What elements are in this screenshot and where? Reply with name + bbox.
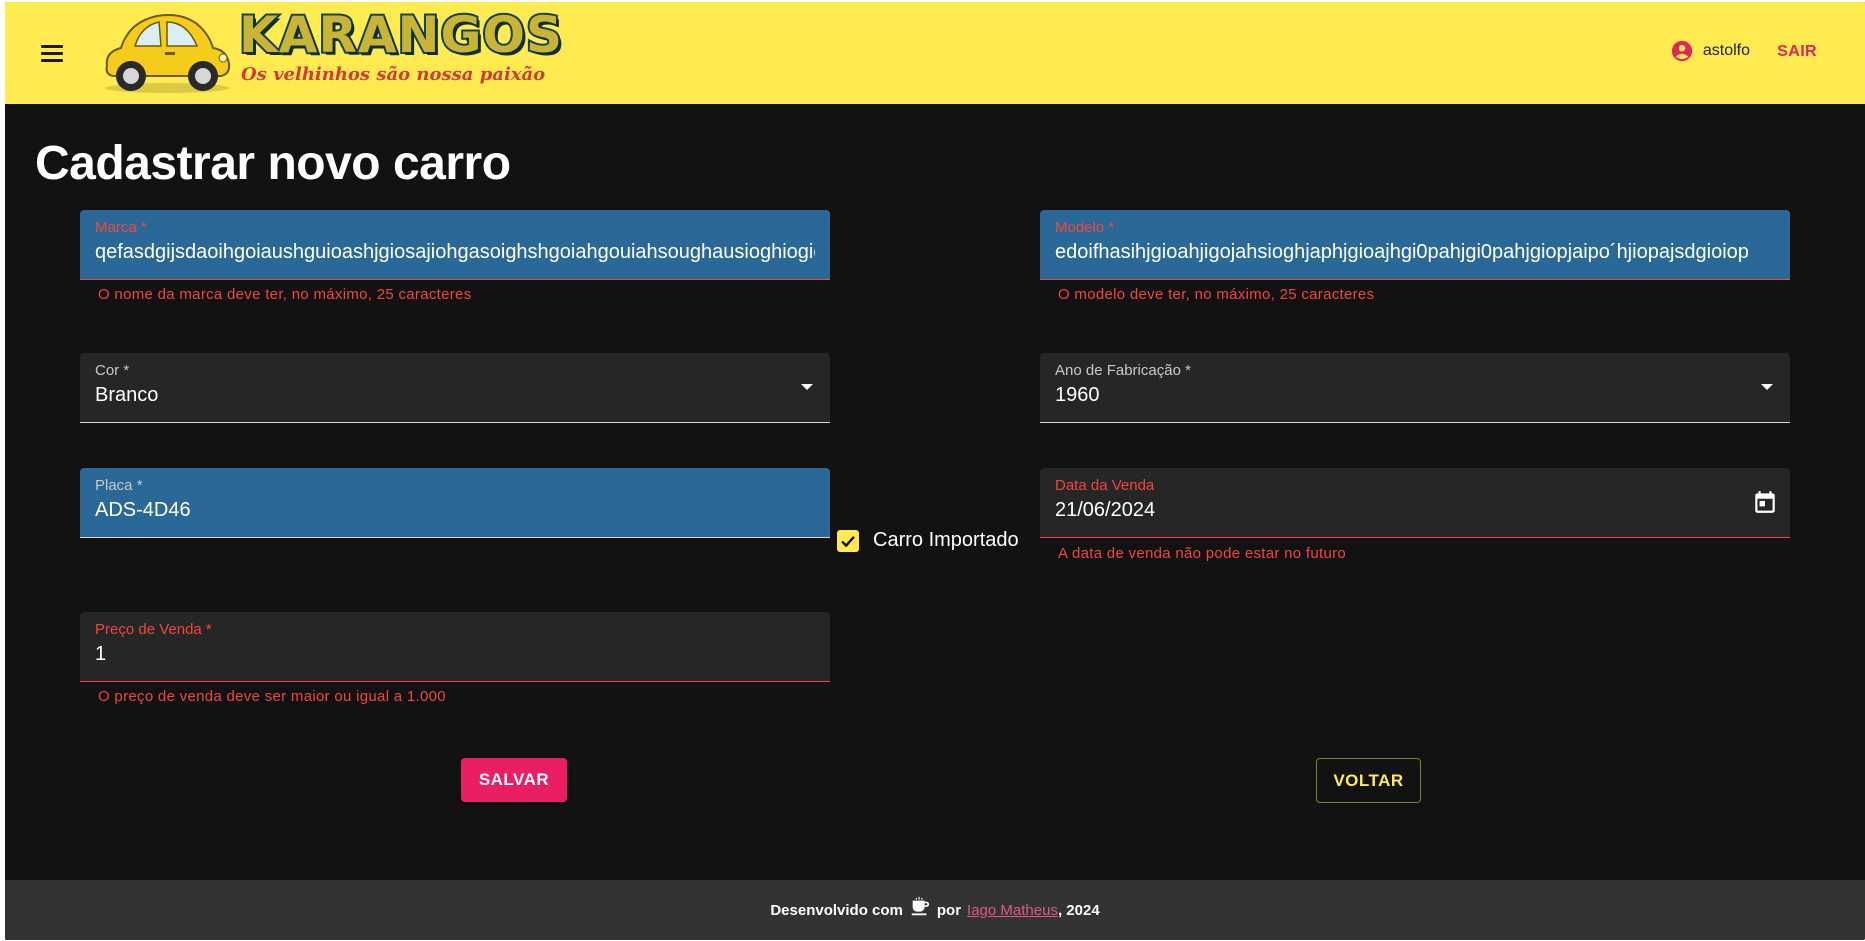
- dropdown-arrow-icon: [801, 384, 813, 390]
- author-link[interactable]: Iago Matheus: [967, 902, 1058, 919]
- user-info[interactable]: astolfo: [1671, 40, 1750, 62]
- logo-title: KARANGOS: [237, 4, 564, 66]
- preco-label: Preço de Venda *: [95, 621, 212, 638]
- checkbox-checked-icon[interactable]: [837, 529, 859, 552]
- coffee-icon: [911, 896, 929, 916]
- modelo-input[interactable]: edoifhasihjgioahjigojahsioghjaphjgioajhg…: [1055, 241, 1775, 264]
- dropdown-arrow-icon: [1761, 384, 1773, 390]
- preco-input[interactable]: 1: [95, 643, 815, 666]
- footer: Desenvolvido com por Iago Matheus, 2024: [5, 880, 1865, 940]
- ano-label: Ano de Fabricação *: [1055, 362, 1191, 379]
- data-venda-input[interactable]: 21/06/2024: [1055, 499, 1775, 522]
- data-venda-error: A data de venda não pode estar no futuro: [1058, 545, 1347, 562]
- menu-button[interactable]: [34, 36, 68, 70]
- modelo-error: O modelo deve ter, no máximo, 25 caracte…: [1058, 286, 1375, 303]
- cor-value: Branco: [95, 384, 159, 406]
- save-button[interactable]: SALVAR: [461, 758, 567, 802]
- app-frame: KARANGOS Os velhinhos são nossa paixão a…: [5, 2, 1865, 940]
- page-title: Cadastrar novo carro: [35, 137, 511, 190]
- marca-label: Marca *: [95, 219, 147, 236]
- ano-select[interactable]: Ano de Fabricação * 1960: [1040, 353, 1790, 423]
- username: astolfo: [1702, 42, 1750, 59]
- footer-prefix: Desenvolvido com: [770, 901, 903, 919]
- calendar-icon[interactable]: [1752, 488, 1778, 516]
- placa-label: Placa *: [95, 477, 143, 494]
- importado-checkbox[interactable]: Carro Importado: [837, 529, 1019, 552]
- back-button[interactable]: VOLTAR: [1316, 758, 1421, 803]
- importado-label: Carro Importado: [873, 529, 1019, 551]
- app-bar: KARANGOS Os velhinhos são nossa paixão a…: [5, 2, 1865, 104]
- marca-input[interactable]: qefasdgijsdaoihgoiaushguioashjgiosajiohg…: [95, 241, 815, 264]
- marca-field[interactable]: Marca * qefasdgijsdaoihgoiaushguioashjgi…: [80, 210, 830, 280]
- data-venda-field[interactable]: Data da Venda 21/06/2024: [1040, 468, 1790, 538]
- menu-icon: [41, 45, 63, 48]
- footer-by: por: [936, 901, 962, 919]
- car-logo-icon: [105, 14, 231, 93]
- data-venda-label: Data da Venda: [1055, 477, 1155, 494]
- logo[interactable]: KARANGOS Os velhinhos são nossa paixão: [99, 4, 564, 96]
- account-circle-icon: [1671, 40, 1692, 62]
- modelo-label: Modelo *: [1055, 219, 1115, 236]
- cor-select[interactable]: Cor * Branco: [80, 353, 830, 423]
- cor-label: Cor *: [95, 362, 130, 379]
- footer-year: , 2024: [1057, 901, 1100, 919]
- modelo-field[interactable]: Modelo * edoifhasihjgioahjigojahsioghjap…: [1040, 210, 1790, 280]
- marca-error: O nome da marca deve ter, no máximo, 25 …: [98, 286, 472, 303]
- placa-field[interactable]: Placa * ADS-4D46: [80, 468, 830, 538]
- logout-button[interactable]: SAIR: [1777, 43, 1817, 61]
- placa-input[interactable]: ADS-4D46: [95, 499, 815, 522]
- preco-field[interactable]: Preço de Venda * 1: [80, 612, 830, 682]
- ano-value: 1960: [1055, 384, 1100, 406]
- logo-subtitle: Os velhinhos são nossa paixão: [241, 64, 546, 85]
- preco-error: O preço de venda deve ser maior ou igual…: [98, 688, 446, 705]
